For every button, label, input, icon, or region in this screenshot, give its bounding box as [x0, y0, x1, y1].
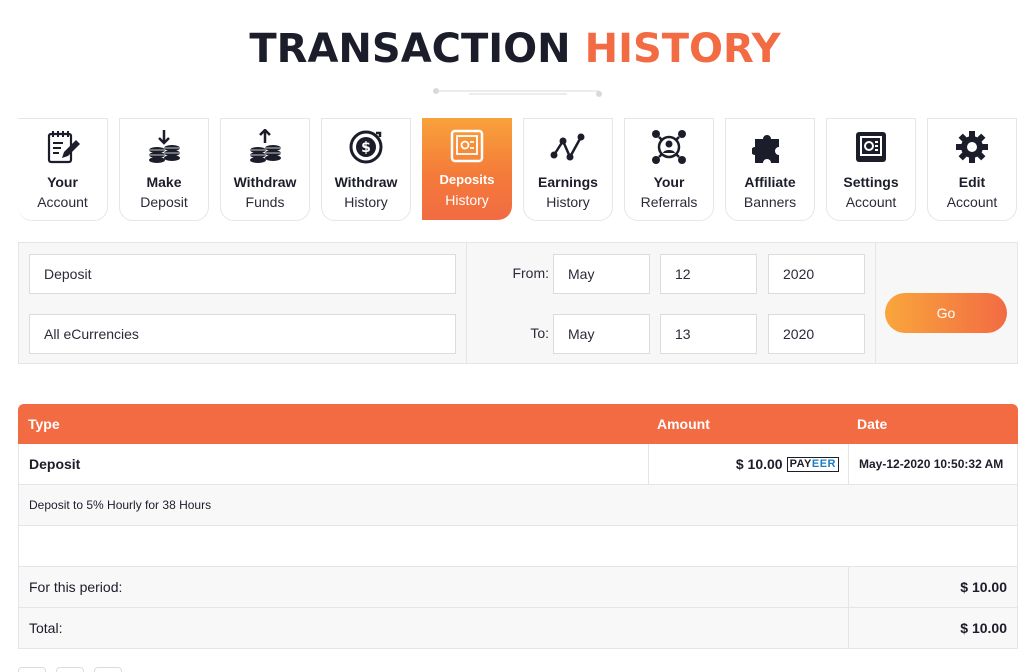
settings-panel-icon — [827, 127, 915, 167]
table-row-period: For this period: $ 10.00 — [18, 567, 1018, 608]
nav-make-deposit[interactable]: Make Deposit — [119, 118, 209, 221]
to-year-select[interactable]: 2020 — [768, 314, 865, 354]
account-nav: Your Account Make Deposit Withdraw Funds… — [18, 118, 1018, 222]
nav-label-2: Referrals — [640, 194, 698, 210]
network-user-icon — [625, 127, 713, 167]
page-title-main: TRANSACTION — [249, 26, 571, 72]
nav-withdraw-history[interactable]: $ Withdraw History — [321, 118, 411, 221]
page-button[interactable] — [94, 667, 122, 672]
title-divider — [433, 88, 602, 97]
row-detail: Deposit to 5% Hourly for 38 Hours — [29, 498, 212, 512]
nav-label-2: Account — [845, 194, 897, 210]
to-month-select[interactable]: May — [553, 314, 650, 354]
filter-panel: Deposit All eCurrencies From: May 12 202… — [18, 242, 1018, 364]
page-button[interactable] — [56, 667, 84, 672]
nav-settings-account[interactable]: Settings Account — [826, 118, 916, 221]
currency-select[interactable]: All eCurrencies — [29, 314, 456, 354]
row-type: Deposit — [29, 456, 81, 472]
nav-label-1: Withdraw — [334, 174, 398, 190]
coins-up-icon — [221, 127, 309, 167]
header-date: Date — [857, 416, 888, 432]
from-day-select[interactable]: 12 — [660, 254, 757, 294]
dollar-refresh-icon: $ — [322, 127, 410, 167]
row-amount: $ 10.00 PAYEER — [649, 444, 839, 484]
from-label: From: — [512, 265, 549, 281]
go-button[interactable]: Go — [885, 293, 1007, 333]
nav-label-1: Make — [146, 174, 182, 190]
table-row-empty — [18, 526, 1018, 567]
period-label: For this period: — [29, 579, 123, 595]
header-amount: Amount — [657, 416, 710, 432]
nav-label-1: Earnings — [538, 174, 598, 190]
nav-label-2: History — [546, 194, 590, 210]
header-type: Type — [28, 416, 60, 432]
page-title: TRANSACTION HISTORY — [0, 26, 1030, 72]
to-label: To: — [530, 325, 549, 341]
nav-edit-account[interactable]: Edit Account — [927, 118, 1017, 221]
line-chart-icon — [524, 127, 612, 167]
nav-label-2: History — [445, 192, 489, 208]
nav-your-referrals[interactable]: Your Referrals — [624, 118, 714, 221]
nav-label-2: History — [344, 194, 388, 210]
nav-label-1: Your — [653, 174, 685, 190]
nav-label-2: Deposit — [140, 194, 188, 210]
filter-divider — [466, 243, 467, 363]
type-select[interactable]: Deposit — [29, 254, 456, 294]
notepad-pen-icon — [18, 127, 107, 167]
period-value: $ 10.00 — [960, 579, 1007, 595]
svg-text:$: $ — [361, 140, 371, 156]
nav-earnings-history[interactable]: Earnings History — [523, 118, 613, 221]
page-button[interactable] — [18, 667, 46, 672]
nav-withdraw-funds[interactable]: Withdraw Funds — [220, 118, 310, 221]
from-month-select[interactable]: May — [553, 254, 650, 294]
nav-affiliate-banners[interactable]: Affiliate Banners — [725, 118, 815, 221]
to-day-select[interactable]: 13 — [660, 314, 757, 354]
transactions-table: Type Amount Date Deposit $ 10.00 PAYEER … — [18, 404, 1018, 649]
total-label: Total: — [29, 620, 63, 636]
nav-label-2: Banners — [743, 194, 797, 210]
nav-label-1: Your — [47, 174, 78, 190]
coins-down-icon — [120, 127, 208, 167]
pagination — [18, 666, 132, 672]
nav-label-2: Funds — [245, 194, 285, 210]
nav-label-1: Edit — [958, 174, 986, 190]
nav-label-1: Settings — [843, 174, 899, 190]
total-value: $ 10.00 — [960, 620, 1007, 636]
puzzle-icon — [726, 127, 814, 167]
nav-label-1: Withdraw — [233, 174, 297, 190]
nav-label-2: Account — [37, 194, 88, 210]
table-row-total: Total: $ 10.00 — [18, 608, 1018, 649]
filter-divider — [875, 243, 876, 363]
nav-label-2: Account — [946, 194, 998, 210]
from-year-select[interactable]: 2020 — [768, 254, 865, 294]
gear-icon — [928, 127, 1016, 167]
nav-label-1: Deposits — [439, 172, 495, 187]
table-row: Deposit $ 10.00 PAYEER May-12-2020 10:50… — [18, 444, 1018, 485]
row-amount-value: $ 10.00 — [735, 456, 783, 472]
row-date: May-12-2020 10:50:32 AM — [859, 457, 1004, 471]
nav-your-account[interactable]: Your Account — [18, 118, 108, 221]
table-header: Type Amount Date — [18, 404, 1018, 444]
nav-label-1: Affiliate — [744, 174, 796, 190]
payeer-logo: PAYEER — [786, 456, 839, 472]
table-row-detail: Deposit to 5% Hourly for 38 Hours — [18, 485, 1018, 526]
safe-icon — [422, 126, 512, 166]
page-title-accent: HISTORY — [584, 26, 781, 72]
nav-deposits-history[interactable]: Deposits History — [422, 118, 512, 220]
